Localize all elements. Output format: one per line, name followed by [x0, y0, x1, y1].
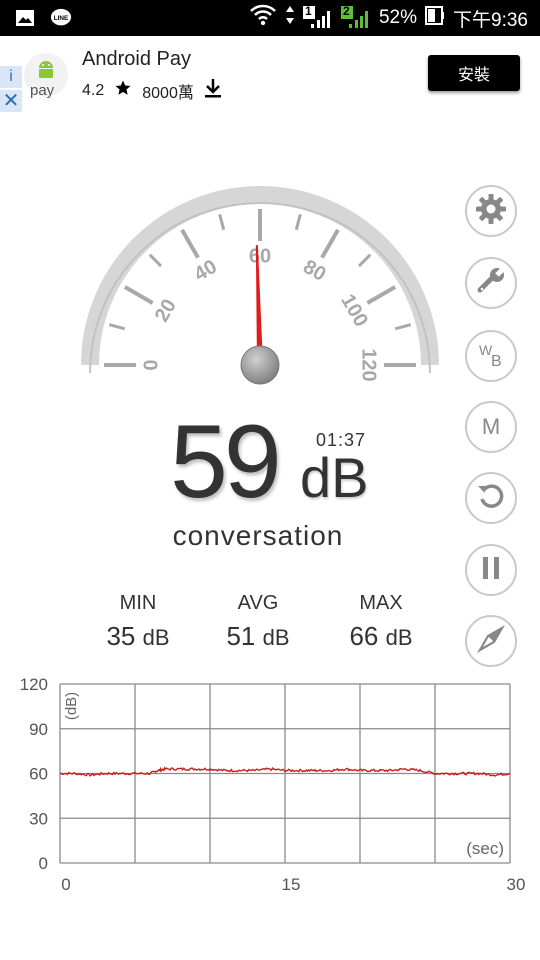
- chart-y-axis-label: (dB): [63, 692, 80, 720]
- reset-button[interactable]: [465, 472, 517, 524]
- sim1-label: 1: [304, 4, 312, 18]
- gauge-tick-label: 100: [336, 291, 372, 331]
- gauge-minor-tick: [108, 323, 126, 331]
- chart-y-tick-label: 30: [29, 809, 48, 828]
- gauge-tick-label: 120: [358, 348, 380, 381]
- chart-x-tick-label: 15: [282, 875, 301, 894]
- gauge-major-tick: [320, 228, 340, 259]
- gauge-tick-label: 80: [299, 256, 329, 286]
- decibel-reading: 59: [170, 404, 282, 520]
- min-stat: MIN 35 dB: [73, 592, 203, 652]
- battery-percent: 52%: [378, 7, 418, 28]
- sim2-signal-icon: 2: [340, 4, 371, 30]
- gauge-tick-label: 60: [249, 245, 271, 267]
- avg-stat: AVG 51 dB: [193, 592, 323, 652]
- noise-description: conversation: [172, 520, 344, 551]
- calibrate-button[interactable]: [465, 257, 517, 309]
- ad-rating: 4.2: [82, 81, 105, 99]
- ad-logo-text: pay: [30, 82, 55, 99]
- avg-unit: dB: [262, 625, 290, 650]
- gauge-tick-label: 40: [191, 256, 221, 286]
- gallery-icon: [14, 7, 36, 29]
- gauge-minor-tick: [294, 213, 302, 231]
- wb-b: B: [491, 353, 502, 370]
- ad-banner[interactable]: i ✕ pay Android Pay 4.2 8000萬 安裝: [0, 36, 540, 112]
- settings-button[interactable]: [465, 185, 517, 237]
- pause-button[interactable]: [465, 544, 517, 596]
- max-unit: dB: [385, 625, 413, 650]
- line-app-icon: LINE: [50, 7, 72, 29]
- install-button[interactable]: 安裝: [428, 55, 520, 91]
- ad-downloads: 8000萬: [142, 84, 194, 102]
- chart-x-tick-label: 0: [61, 875, 70, 894]
- chart-y-tick-label: 90: [29, 720, 48, 739]
- gauge-tick-label: 20: [151, 296, 181, 326]
- gauge-major-tick: [180, 228, 200, 259]
- gauge-tick-label: 0: [140, 359, 162, 370]
- wb-icon: W B: [476, 341, 506, 371]
- min-unit: dB: [142, 625, 170, 650]
- chart-y-tick-label: 120: [20, 675, 48, 694]
- chart-x-axis-label: (sec): [466, 839, 504, 858]
- sim1-signal-icon: 1: [302, 4, 333, 30]
- avg-value: 51: [226, 621, 256, 651]
- gauge-minor-tick: [357, 253, 372, 268]
- ad-close-icon[interactable]: ✕: [0, 90, 22, 112]
- wifi-icon: [249, 4, 277, 32]
- status-bar: LINE 1 2 52% 下午9:36: [0, 0, 540, 36]
- weighting-button[interactable]: W B: [465, 330, 517, 382]
- sim2-label: 2: [342, 4, 350, 18]
- ad-info-icon[interactable]: i: [0, 66, 22, 88]
- gauge-minor-tick: [148, 253, 163, 268]
- chart-x-tick-label: 30: [507, 875, 526, 894]
- chart-y-tick-label: 0: [39, 854, 48, 873]
- gauge-major-tick: [366, 285, 397, 305]
- battery-icon: [425, 4, 445, 32]
- android-pay-logo: pay: [24, 50, 68, 100]
- sound-level-gauge: 0 20 40 60 80100 120: [81, 186, 439, 385]
- gauge-minor-tick: [218, 213, 226, 231]
- data-arrows-icon: [285, 4, 295, 32]
- compass-icon: [476, 624, 506, 659]
- gear-icon: [475, 193, 507, 230]
- gauge-minor-tick: [394, 323, 412, 331]
- stats-row: MIN 35 dB AVG 51 dB MAX 66 dB: [0, 592, 540, 662]
- memo-button[interactable]: M: [465, 401, 517, 453]
- gauge-hub: [240, 345, 280, 385]
- max-stat: MAX 66 dB: [316, 592, 446, 652]
- svg-text:LINE: LINE: [54, 15, 69, 22]
- download-icon: [204, 78, 222, 103]
- min-label: MIN: [119, 592, 157, 614]
- decibel-history-chart: 120 90 60 30 00 15 30 (dB) (sec): [20, 675, 526, 894]
- star-icon: [114, 79, 132, 102]
- reset-icon: [476, 481, 506, 516]
- wrench-icon: [476, 265, 506, 301]
- max-label: MAX: [359, 592, 403, 614]
- ad-app-name[interactable]: Android Pay: [82, 48, 191, 71]
- pause-icon: [479, 555, 503, 586]
- m-icon: M: [481, 414, 501, 439]
- share-button[interactable]: [465, 615, 517, 667]
- clock: 下午9:36: [453, 9, 528, 31]
- min-value: 35: [106, 621, 136, 651]
- avg-label: AVG: [237, 592, 279, 614]
- gauge-major-tick: [123, 285, 154, 305]
- decibel-unit: dB: [300, 446, 369, 509]
- chart-y-tick-label: 60: [29, 765, 48, 784]
- max-value: 66: [349, 621, 379, 651]
